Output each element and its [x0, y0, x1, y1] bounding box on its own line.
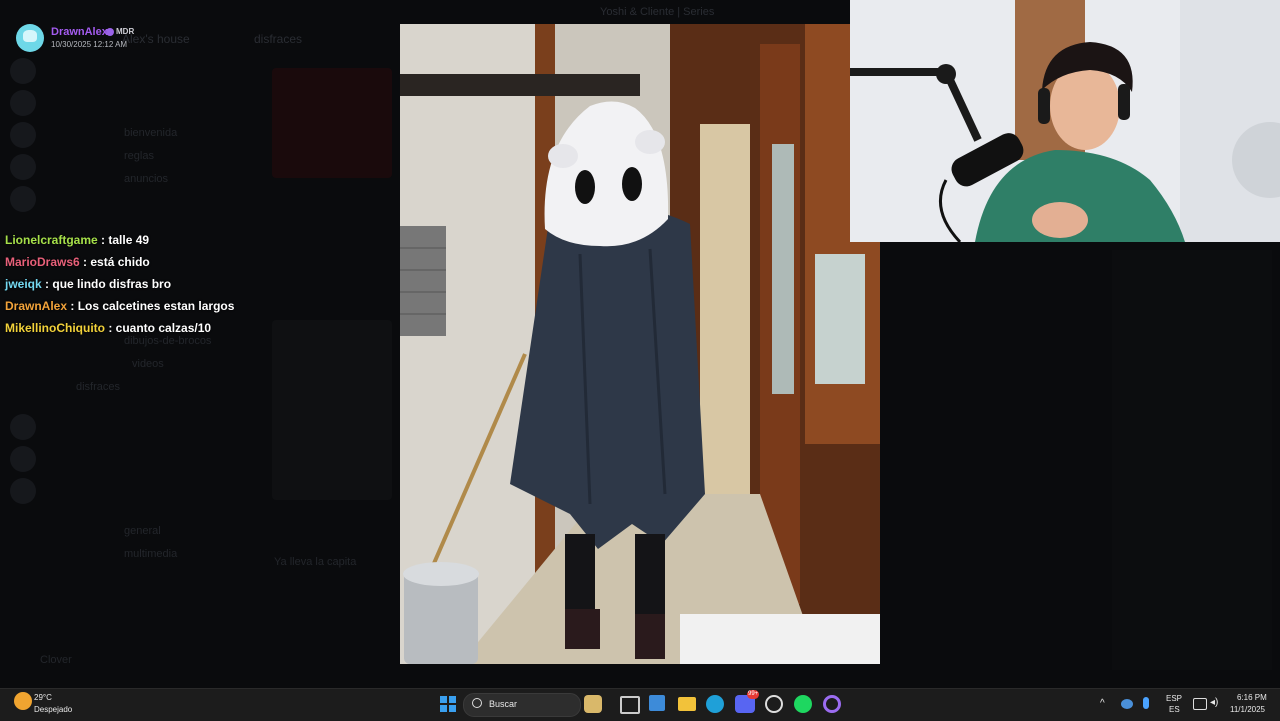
microphone-icon[interactable]: [1143, 697, 1149, 709]
widget-icon[interactable]: [584, 695, 602, 713]
discord-notification-badge: 99+: [747, 690, 760, 699]
attachment-thumbnail[interactable]: [272, 68, 392, 178]
message-input[interactable]: Ya lleva la capita: [274, 556, 356, 568]
channel-item[interactable]: anuncios: [124, 173, 168, 185]
language-code[interactable]: ESP: [1166, 694, 1182, 703]
chat-separator: :: [105, 321, 116, 335]
badge-icon: [106, 27, 114, 36]
chat-text: cuanto calzas/10: [115, 321, 212, 335]
volume-icon[interactable]: ◂): [1210, 697, 1218, 708]
channel-item[interactable]: disfraces: [76, 381, 120, 393]
costume-illustration: [400, 24, 880, 664]
avatar[interactable]: [16, 24, 44, 52]
badge-label: MDR: [116, 27, 135, 36]
server-icon[interactable]: [10, 478, 36, 504]
server-icon[interactable]: [10, 154, 36, 180]
channel-item[interactable]: bienvenida: [124, 127, 177, 139]
app-icon[interactable]: [823, 695, 841, 713]
clock-time[interactable]: 6:16 PM: [1237, 693, 1267, 702]
server-icon[interactable]: [10, 122, 36, 148]
server-icon[interactable]: [10, 446, 36, 472]
weather-description[interactable]: Despejado: [34, 705, 72, 714]
taskbar: [0, 688, 1280, 721]
chat-text: que lindo disfras bro: [52, 277, 172, 291]
chat-message: jweiqk : que lindo disfras bro: [5, 273, 234, 295]
channel-item[interactable]: multimedia: [124, 548, 177, 560]
chat-username[interactable]: Lionelcraftgame: [5, 233, 98, 247]
file-explorer-icon[interactable]: [678, 697, 696, 711]
task-view-icon[interactable]: [620, 696, 640, 714]
webcam-feed: [850, 0, 1280, 242]
chat-text: talle 49: [108, 233, 150, 247]
attachment-thumbnail[interactable]: [272, 320, 392, 500]
window-title: Yoshi & Cliente | Series: [600, 6, 715, 18]
search-icon: [472, 698, 482, 708]
obs-icon[interactable]: [765, 695, 783, 713]
message-timestamp: 10/30/2025 12:12 AM: [51, 40, 128, 49]
store-icon[interactable]: [649, 695, 665, 711]
chevron-up-icon[interactable]: ^: [1100, 698, 1105, 709]
user-panel-name: Clover: [40, 654, 72, 666]
chat-separator: :: [41, 277, 53, 291]
role-badge: MDR: [106, 27, 134, 36]
active-channel-header: disfraces: [254, 32, 303, 46]
server-icon[interactable]: [10, 186, 36, 212]
chat-message: MikellinoChiquito : cuanto calzas/10: [5, 317, 234, 339]
chat-username[interactable]: jweiqk: [5, 277, 42, 291]
channel-item[interactable]: videos: [132, 358, 164, 370]
channel-item[interactable]: general: [124, 525, 161, 537]
clock-date[interactable]: 11/1/2025: [1230, 705, 1265, 714]
chat-username[interactable]: DrawnAlex: [5, 299, 67, 313]
channel-item[interactable]: reglas: [124, 150, 154, 162]
search-placeholder: Buscar: [489, 699, 518, 709]
chat-separator: :: [97, 233, 109, 247]
chat-separator: :: [67, 299, 78, 313]
server-icon[interactable]: [10, 58, 36, 84]
server-icon[interactable]: [10, 90, 36, 116]
costume-photo[interactable]: [400, 24, 880, 664]
chat-message: Lionelcraftgame : talle 49: [5, 229, 234, 251]
weather-icon[interactable]: [14, 692, 32, 710]
stream-chat: Lionelcraftgame : talle 49 MarioDraws6 :…: [5, 229, 234, 339]
spotify-icon[interactable]: [794, 695, 812, 713]
streamer-webcam: [850, 0, 1280, 242]
windows-logo-icon: [440, 696, 447, 703]
chat-text: Los calcetines estan largos: [77, 299, 235, 313]
start-button[interactable]: [440, 696, 456, 712]
chat-username[interactable]: MikellinoChiquito: [5, 321, 105, 335]
chat-username[interactable]: MarioDraws6: [5, 255, 80, 269]
onedrive-icon[interactable]: [1121, 699, 1133, 709]
keyboard-layout[interactable]: ES: [1169, 705, 1180, 714]
member-list: [1112, 250, 1272, 670]
edge-icon[interactable]: [706, 695, 724, 713]
server-icon[interactable]: [10, 414, 36, 440]
message-username[interactable]: DrawnAlex: [51, 26, 108, 38]
chat-separator: :: [79, 255, 91, 269]
chat-text: está chido: [90, 255, 150, 269]
network-icon[interactable]: [1193, 698, 1207, 710]
chat-message: MarioDraws6 : está chido: [5, 251, 234, 273]
weather-temperature[interactable]: 29°C: [34, 693, 52, 702]
chat-message: DrawnAlex : Los calcetines estan largos: [5, 295, 234, 317]
